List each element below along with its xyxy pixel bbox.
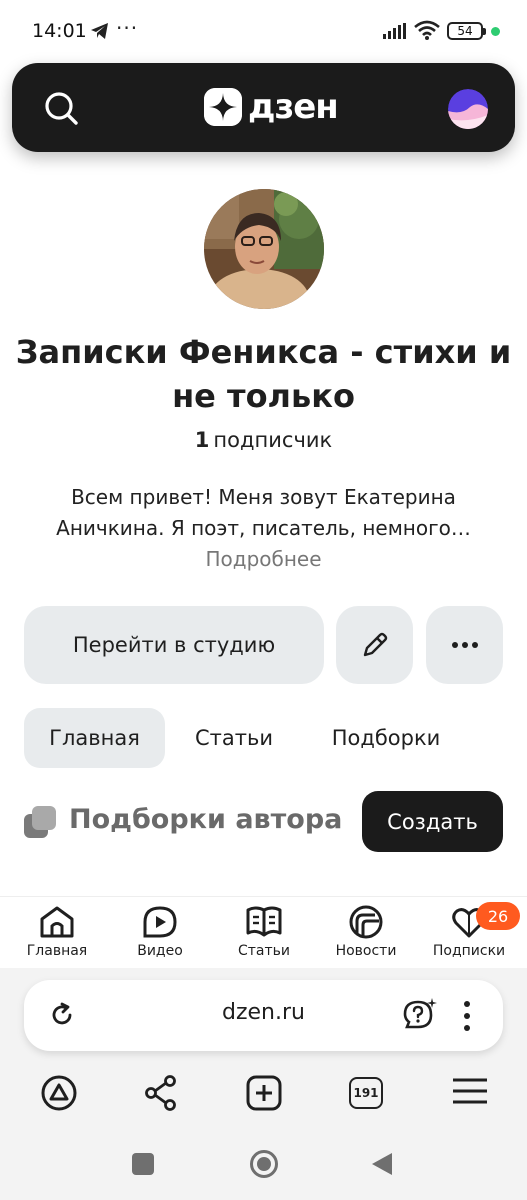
tab-articles[interactable]: Статьи [180,708,288,768]
profile-avatar[interactable] [448,89,488,129]
recent-apps-button[interactable] [132,1153,154,1175]
top-header: дзен [12,63,515,152]
subscribers-label: подписчик [213,428,333,452]
dzen-logo-icon [204,88,242,126]
create-button[interactable]: Создать [362,791,503,852]
menu-dots-icon[interactable] [462,1000,472,1032]
pencil-icon [363,632,387,657]
status-bar: 14:01 ··· 54 [0,0,527,60]
nav-item-video[interactable]: Видео [110,905,210,965]
video-icon [143,906,177,938]
nav-label-articles: Статьи [237,943,290,959]
status-more-dots: ··· [116,16,139,40]
more-dots-icon [451,642,478,648]
back-button[interactable] [370,1151,394,1177]
battery-icon: 54 [447,22,486,40]
subscribers-number: 1 [194,428,210,452]
articles-icon [246,906,282,937]
channel-description: Всем привет! Меня зовут Екатерина Анички… [56,485,471,540]
edit-button[interactable] [336,606,413,684]
hamburger-icon[interactable] [451,1074,489,1108]
url-bar[interactable]: dzen.ru [24,980,503,1051]
status-indicator-dot [491,27,500,36]
tabs-count-button[interactable]: 191 [349,1077,383,1109]
signal-icon [383,23,406,39]
share-icon[interactable] [143,1074,179,1112]
subscriptions-badge: 26 [476,902,520,930]
nav-label-video: Видео [137,943,183,959]
new-tab-icon[interactable] [245,1074,283,1112]
nav-item-main[interactable]: Главная [7,905,107,965]
logo-text: дзен [248,87,339,127]
telegram-icon [91,23,108,39]
channel-avatar [204,189,324,309]
search-icon[interactable] [42,89,82,129]
collections-icon [24,806,56,838]
tab-collections[interactable]: Подборки [312,708,460,768]
news-icon [349,905,383,939]
alice-icon[interactable] [40,1074,78,1112]
nav-label-subscriptions: Подписки [432,943,506,959]
nav-label-news: Новости [335,943,397,959]
home-button[interactable] [249,1149,279,1179]
more-link[interactable]: Подробнее [0,547,527,571]
help-icon[interactable] [402,998,438,1032]
status-time: 14:01 [32,20,87,42]
more-options-button[interactable] [426,606,503,684]
bottom-nav: Главная Видео Статьи Новости Подписки [0,896,527,970]
go-to-studio-button[interactable]: Перейти в студию [24,606,324,684]
nav-item-articles[interactable]: Статьи [214,905,314,965]
subscribers-count: 1 подписчик [0,428,527,452]
wifi-icon [414,20,440,40]
dzen-logo[interactable]: дзен [204,87,339,127]
collections-title: Подборки автора [69,804,343,835]
tab-main[interactable]: Главная [24,708,165,768]
channel-title: Записки Феникса - стихи и не только [15,333,512,415]
nav-item-news[interactable]: Новости [316,905,416,965]
channel-avatar-photo [204,189,324,309]
home-icon [40,906,74,938]
avatar-icon [448,89,488,129]
nav-label-main: Главная [26,943,88,959]
